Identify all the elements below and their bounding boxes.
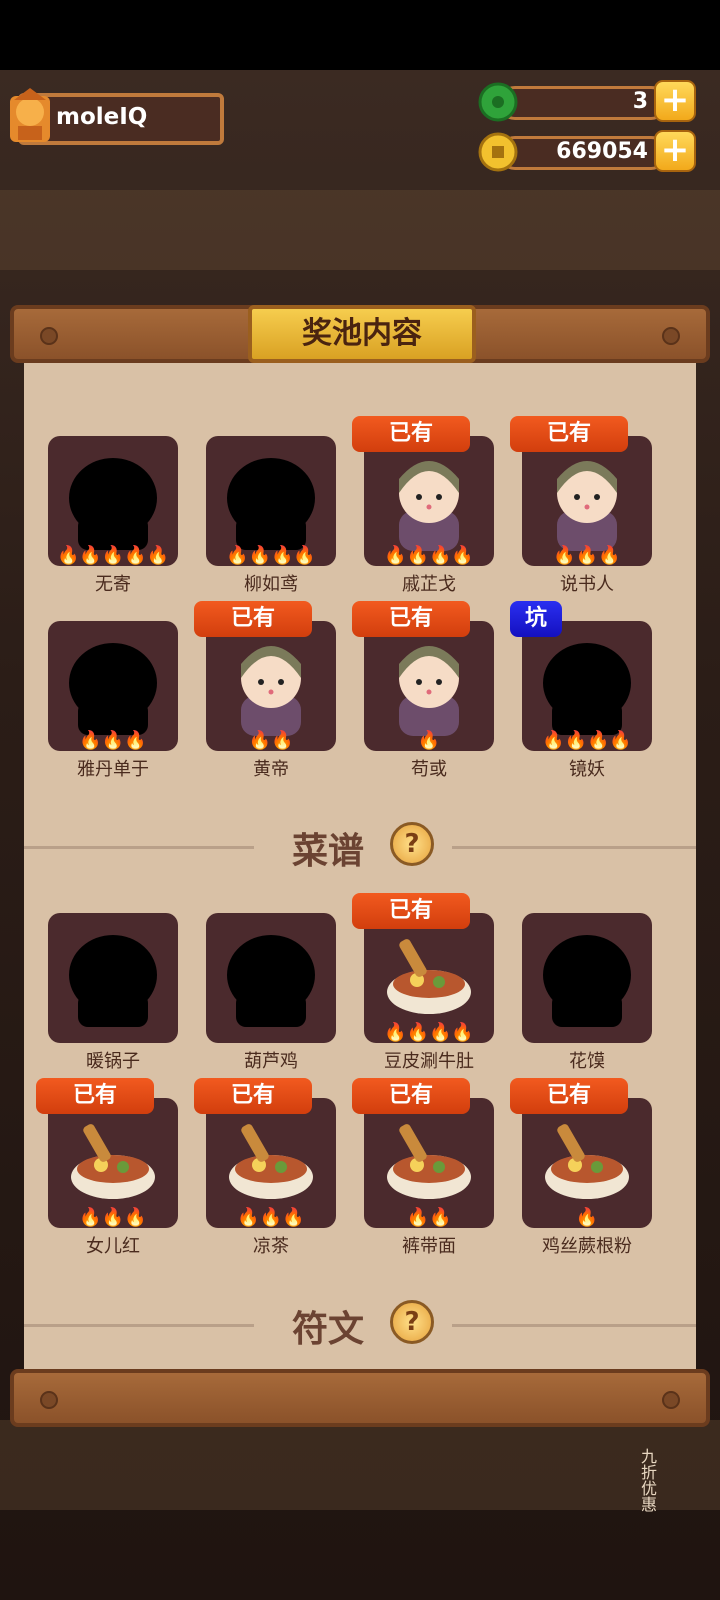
jade-icon: [478, 82, 518, 122]
owned-badge: 已有: [194, 1078, 312, 1114]
rarity-flames-icon: 🔥🔥: [248, 730, 294, 751]
rarity-flames-icon: 🔥🔥🔥🔥: [226, 545, 316, 566]
rarity-flames-icon: 🔥🔥🔥🔥🔥: [56, 545, 170, 566]
coin-value: 669054: [556, 139, 648, 164]
character-name: 戚芷戈: [402, 574, 456, 595]
owned-badge: 已有: [352, 1078, 470, 1114]
character-name: 雅丹单于: [77, 759, 149, 780]
background-draw-buttons: [0, 1420, 720, 1510]
recipe-portrait-icon: [227, 935, 315, 1027]
rarity-flames-icon: 🔥🔥🔥🔥: [542, 730, 632, 751]
character-card[interactable]: 🔥: [364, 621, 494, 751]
prize-pool-panel: 🔥🔥🔥🔥🔥 无寄 🔥🔥🔥🔥 柳如鸢 🔥🔥🔥🔥 戚芷戈 已有 🔥🔥🔥 说书人 已有 🔥🔥🔥 雅丹单于 🔥🔥…: [24, 358, 696, 1376]
character-name: 无寄: [95, 574, 131, 595]
owned-badge: 已有: [194, 601, 312, 637]
character-name: 镜妖: [569, 759, 605, 780]
nail-icon: [662, 1391, 680, 1409]
character-portrait-icon: [557, 461, 617, 551]
recipe-name: 女儿红: [86, 1236, 140, 1257]
character-name: 黄帝: [253, 759, 289, 780]
character-portrait-icon: [69, 643, 157, 735]
section-divider: [24, 846, 254, 849]
character-name: 苟或: [411, 759, 447, 780]
owned-badge: 已有: [510, 1078, 628, 1114]
recipe-card[interactable]: 🔥: [522, 1098, 652, 1228]
character-card[interactable]: 🔥🔥🔥🔥: [522, 621, 652, 751]
recipe-name: 豆皮涮牛肚: [384, 1051, 474, 1072]
add-jade-button[interactable]: +: [654, 80, 696, 122]
rarity-flames-icon: 🔥: [417, 730, 441, 751]
jade-value: 3: [632, 89, 648, 114]
recipes-help-button[interactable]: ?: [390, 822, 434, 866]
recipe-name: 裤带面: [402, 1236, 456, 1257]
section-divider: [24, 1324, 254, 1327]
recipe-card[interactable]: 🔥🔥🔥: [48, 1098, 178, 1228]
owned-badge: 已有: [352, 893, 470, 929]
recipe-card[interactable]: [206, 913, 336, 1043]
recipe-name: 葫芦鸡: [244, 1051, 298, 1072]
character-card[interactable]: 🔥🔥🔥: [522, 436, 652, 566]
character-card[interactable]: 🔥🔥🔥🔥: [206, 436, 336, 566]
panel-title: 奖池内容: [248, 305, 476, 363]
character-portrait-icon: [241, 646, 301, 736]
character-portrait-icon: [399, 646, 459, 736]
coin-icon: [478, 132, 518, 172]
recipe-portrait-icon: [387, 939, 471, 1014]
add-coins-button[interactable]: +: [654, 130, 696, 172]
background-banner: [0, 190, 720, 270]
rarity-flames-icon: 🔥🔥🔥: [237, 1207, 305, 1228]
character-card[interactable]: 🔥🔥: [206, 621, 336, 751]
section-divider: [452, 1324, 696, 1327]
panel-bottom-plank: [10, 1369, 710, 1427]
recipe-name: 鸡丝蕨根粉: [542, 1236, 632, 1257]
recipe-portrait-icon: [387, 1124, 471, 1199]
character-card[interactable]: 🔥🔥🔥🔥: [364, 436, 494, 566]
rarity-flames-icon: 🔥🔥🔥🔥: [384, 545, 474, 566]
recipe-portrait-icon: [69, 935, 157, 1027]
character-portrait-icon: [69, 458, 157, 550]
rarity-flames-icon: 🔥🔥: [406, 1207, 452, 1228]
owned-badge: 已有: [36, 1078, 154, 1114]
rarity-flames-icon: 🔥🔥🔥: [79, 1207, 147, 1228]
nail-icon: [40, 1391, 58, 1409]
recipe-name: 凉茶: [253, 1236, 289, 1257]
owned-badge: 已有: [352, 416, 470, 452]
recipe-card[interactable]: 🔥🔥🔥: [206, 1098, 336, 1228]
recipe-portrait-icon: [229, 1124, 313, 1199]
runes-help-button[interactable]: ?: [390, 1300, 434, 1344]
rarity-flames-icon: 🔥🔥🔥: [79, 730, 147, 751]
player-avatar-icon[interactable]: [4, 86, 56, 146]
character-portrait-icon: [543, 643, 631, 735]
recipe-portrait-icon: [545, 1124, 629, 1199]
rarity-flames-icon: 🔥🔥🔥: [553, 545, 621, 566]
owned-badge: 已有: [352, 601, 470, 637]
recipe-name: 暖锅子: [86, 1051, 140, 1072]
recipe-card[interactable]: [522, 913, 652, 1043]
player-name: moleIQ: [56, 104, 148, 130]
recipes-section-title: 菜谱: [292, 831, 365, 872]
pit-badge: 坑: [510, 601, 562, 637]
character-card[interactable]: 🔥🔥🔥🔥🔥: [48, 436, 178, 566]
character-name: 说书人: [560, 574, 614, 595]
section-divider: [452, 846, 696, 849]
recipe-name: 花馍: [569, 1051, 605, 1072]
recipe-portrait-icon: [71, 1124, 155, 1199]
recipe-card[interactable]: 🔥🔥🔥🔥: [364, 913, 494, 1043]
recipe-portrait-icon: [543, 935, 631, 1027]
recipe-card[interactable]: 🔥🔥: [364, 1098, 494, 1228]
character-portrait-icon: [227, 458, 315, 550]
character-card[interactable]: 🔥🔥🔥: [48, 621, 178, 751]
character-portrait-icon: [399, 461, 459, 551]
owned-badge: 已有: [510, 416, 628, 452]
nail-icon: [40, 327, 58, 345]
rarity-flames-icon: 🔥: [575, 1207, 599, 1228]
runes-section-title: 符文: [292, 1309, 365, 1350]
nail-icon: [662, 327, 680, 345]
rarity-flames-icon: 🔥🔥🔥🔥: [384, 1022, 474, 1043]
character-name: 柳如鸢: [244, 574, 298, 595]
recipe-card[interactable]: [48, 913, 178, 1043]
side-promo-tag[interactable]: 九折优惠: [625, 1435, 659, 1525]
